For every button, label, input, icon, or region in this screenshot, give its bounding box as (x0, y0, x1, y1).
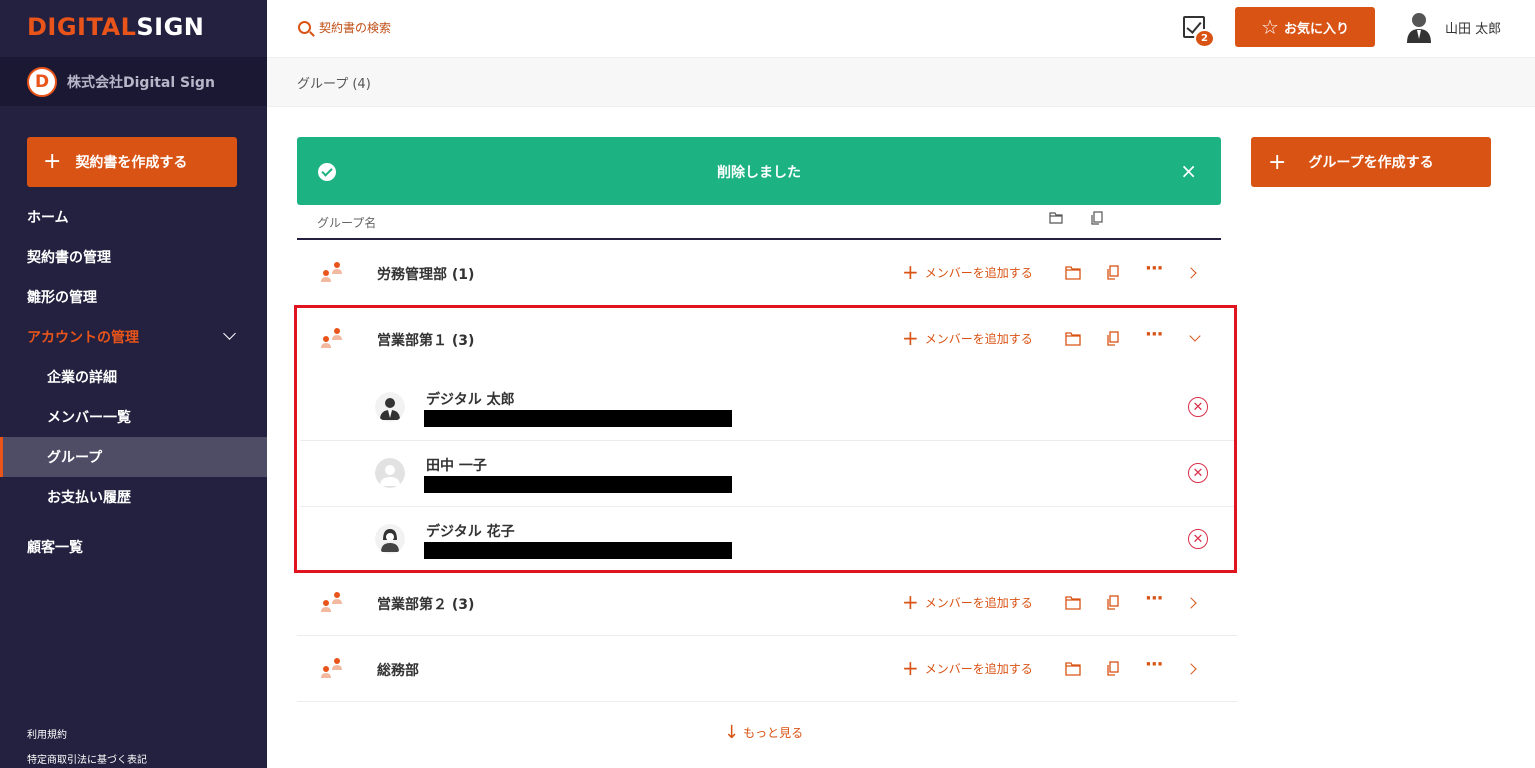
group-row[interactable]: 労務管理部 (1) + メンバーを追加する ··· (297, 240, 1237, 306)
sidebar: DIGITALSIGN D 株式会社Digital Sign + 契約書を作成す… (0, 0, 267, 768)
top-header: 契約書の検索 2 ☆ お気に入り 山田 太郎 (267, 0, 1535, 57)
redacted-email (424, 542, 732, 559)
create-contract-button[interactable]: + 契約書を作成する (27, 137, 237, 187)
folder-icon[interactable] (1065, 266, 1081, 280)
plus-icon: + (902, 260, 919, 284)
sidebar-item-payment-history[interactable]: お支払い履歴 (0, 477, 267, 517)
sidebar-item-members[interactable]: メンバー一覧 (0, 397, 267, 437)
copy-icon[interactable] (1106, 661, 1120, 676)
user-avatar-icon (1407, 13, 1431, 43)
more-options-icon[interactable]: ··· (1145, 588, 1163, 609)
copy-icon[interactable] (1106, 595, 1120, 610)
commerce-law-link[interactable]: 特定商取引法に基づく表記 (27, 751, 147, 766)
add-member-label: メンバーを追加する (924, 265, 1033, 280)
add-member-label: メンバーを追加する (924, 595, 1033, 610)
sidebar-item-customers[interactable]: 顧客一覧 (0, 527, 267, 567)
company-name: 株式会社Digital Sign (67, 74, 215, 91)
member-avatar (375, 392, 405, 422)
group-name: 営業部第２ (3) (377, 597, 475, 613)
sidebar-item-groups[interactable]: グループ (0, 437, 267, 477)
member-row: デジタル 太郎 ✕ (300, 375, 1234, 441)
copy-icon[interactable] (1106, 265, 1120, 280)
remove-member-icon[interactable]: ✕ (1188, 529, 1208, 549)
member-row: デジタル 花子 ✕ (300, 507, 1234, 573)
notification-badge: 2 (1194, 29, 1215, 48)
create-group-button[interactable]: + グループを作成する (1251, 137, 1491, 187)
chevron-right-icon[interactable] (1185, 663, 1197, 675)
more-options-icon[interactable]: ··· (1145, 654, 1163, 675)
sidebar-item-templates[interactable]: 雛形の管理 (0, 277, 267, 317)
column-group-name: グループ名 (317, 216, 377, 230)
expanded-group-members: デジタル 太郎 ✕ 田中 一子 ✕ デジタル 花子 ✕ (294, 305, 1237, 573)
add-member-button[interactable]: + メンバーを追加する (902, 658, 1033, 678)
member-name: 田中 一子 (426, 458, 487, 474)
member-row: 田中 一子 ✕ (300, 441, 1234, 507)
plus-icon: + (43, 149, 62, 174)
chevron-down-icon (223, 327, 236, 340)
table-header: グループ名 (297, 205, 1221, 240)
plus-icon: + (902, 590, 919, 614)
user-name: 山田 太郎 (1445, 21, 1502, 37)
show-more-label: もっと見る (743, 726, 804, 740)
search-placeholder: 契約書の検索 (319, 21, 392, 35)
success-toast: 削除しました × (297, 137, 1221, 205)
favorites-button[interactable]: ☆ お気に入り (1235, 7, 1375, 47)
group-row[interactable]: 営業部第２ (3) + メンバーを追加する ··· (297, 570, 1237, 636)
folder-icon[interactable] (1065, 596, 1081, 610)
search-icon (298, 21, 311, 34)
logo-text-digital: DIGITAL (27, 13, 137, 41)
group-name: 労務管理部 (1) (377, 267, 475, 283)
star-icon: ☆ (1261, 15, 1279, 39)
search-input[interactable]: 契約書の検索 (298, 19, 391, 36)
plus-icon: + (1268, 149, 1287, 175)
app-logo[interactable]: DIGITALSIGN (27, 13, 204, 41)
member-name: デジタル 太郎 (426, 392, 515, 408)
create-group-label: グループを作成する (1308, 155, 1434, 171)
favorites-label: お気に入り (1283, 21, 1349, 37)
create-contract-label: 契約書を作成する (75, 155, 188, 171)
logo-text-sign: SIGN (136, 13, 205, 41)
arrow-down-icon: ↓ (724, 722, 740, 743)
folder-icon (1049, 212, 1063, 224)
sidebar-item-home[interactable]: ホーム (0, 197, 267, 237)
show-more-button[interactable]: ↓ もっと見る (724, 722, 803, 743)
sidebar-item-account-label: アカウントの管理 (27, 330, 139, 346)
more-options-icon[interactable]: ··· (1145, 258, 1163, 279)
chevron-right-icon[interactable] (1185, 267, 1197, 279)
member-name: デジタル 花子 (426, 524, 515, 540)
chevron-right-icon[interactable] (1185, 597, 1197, 609)
redacted-email (424, 476, 732, 493)
group-icon (321, 262, 342, 282)
terms-link[interactable]: 利用規約 (27, 726, 67, 741)
copy-icon (1091, 211, 1103, 225)
group-row[interactable]: 総務部 + メンバーを追加する ··· (297, 636, 1237, 702)
company-icon: D (27, 66, 57, 97)
sidebar-item-account[interactable]: アカウントの管理 (0, 317, 267, 357)
add-member-button[interactable]: + メンバーを追加する (902, 592, 1033, 612)
breadcrumb: グループ (4) (267, 57, 1535, 107)
add-member-button[interactable]: + メンバーを追加する (902, 262, 1033, 282)
plus-icon: + (902, 656, 919, 680)
user-menu[interactable]: 山田 太郎 (1405, 11, 1501, 43)
group-icon (321, 658, 342, 678)
close-icon[interactable]: × (1180, 159, 1197, 183)
remove-member-icon[interactable]: ✕ (1188, 463, 1208, 483)
toast-message: 削除しました (717, 165, 801, 181)
folder-icon[interactable] (1065, 662, 1081, 676)
member-avatar (375, 458, 405, 488)
member-avatar (375, 524, 405, 554)
remove-member-icon[interactable]: ✕ (1188, 397, 1208, 417)
sidebar-item-contracts[interactable]: 契約書の管理 (0, 237, 267, 277)
group-name: 総務部 (377, 663, 419, 679)
sidebar-item-company-details[interactable]: 企業の詳細 (0, 357, 267, 397)
add-member-label: メンバーを追加する (924, 661, 1033, 676)
company-switcher[interactable]: D 株式会社Digital Sign (0, 57, 267, 106)
group-icon (321, 592, 342, 612)
redacted-email (424, 410, 732, 427)
